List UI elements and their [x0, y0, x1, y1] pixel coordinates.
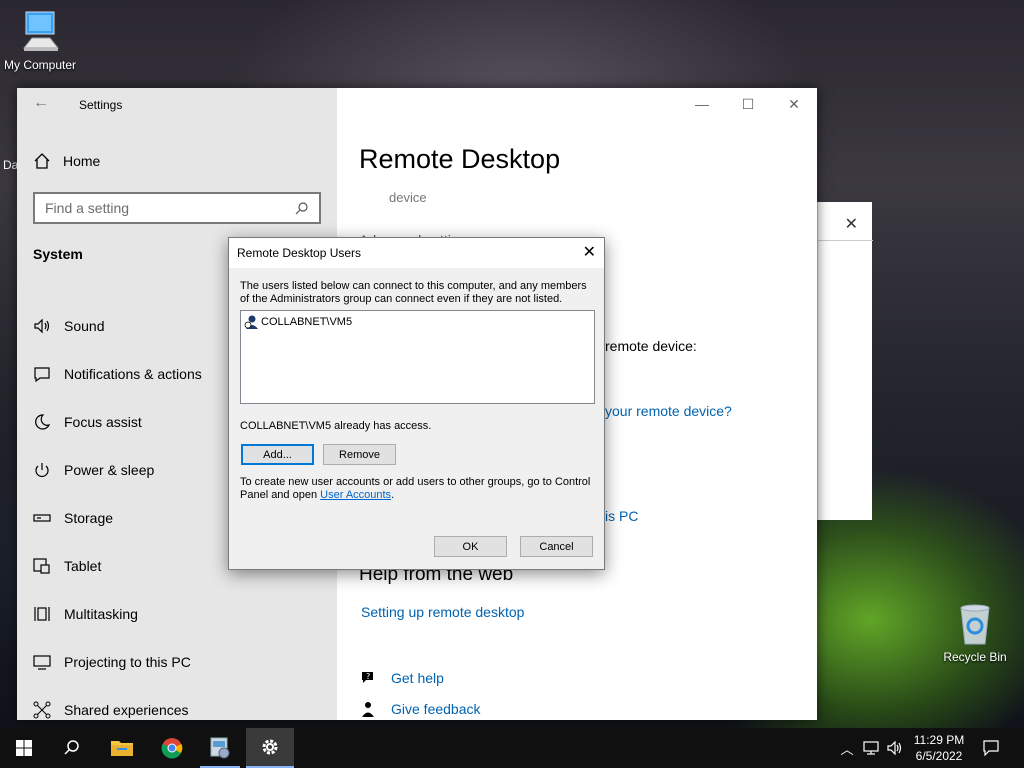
search-button[interactable] [48, 728, 96, 768]
notification-icon [34, 367, 50, 383]
desktop: My Computer Da Recycle Bin ✕ ← Settings … [0, 0, 1024, 728]
background-dialog: ✕ [817, 202, 873, 520]
search-input[interactable]: Find a setting [33, 192, 321, 224]
nav-label-storage: Storage [64, 510, 114, 526]
projecting-icon [33, 655, 51, 670]
nav-item-projecting[interactable]: Projecting to this PC [33, 638, 333, 686]
volume-button[interactable] [884, 728, 906, 768]
taskbar-clock[interactable]: 11:29 PM 6/5/2022 [906, 732, 972, 764]
user-name: COLLABNET\VM5 [261, 316, 353, 328]
computer-management-button[interactable] [196, 728, 244, 768]
give-feedback-label: Give feedback [391, 701, 481, 717]
action-center-button[interactable] [980, 728, 1002, 768]
remove-button[interactable]: Remove [323, 444, 396, 465]
window-controls: — ☐ ✕ [679, 88, 817, 120]
info-text-suffix: . [391, 489, 395, 501]
page-title: Remote Desktop [359, 144, 561, 174]
chrome-icon [161, 738, 183, 759]
window-title: Settings [79, 98, 123, 112]
close-icon[interactable]: ✕ [771, 88, 817, 120]
clock-date: 6/5/2022 [915, 749, 963, 763]
search-placeholder: Find a setting [45, 200, 130, 216]
taskbar: ︿ 11:29 PM 6/5/2022 [0, 728, 1024, 768]
nav-label-power-sleep: Power & sleep [64, 462, 155, 478]
action-center-icon [983, 740, 999, 756]
network-icon [863, 741, 879, 755]
shared-icon [33, 701, 51, 719]
users-listbox[interactable]: COLLABNET\VM5 [240, 310, 595, 404]
taskbar-search-icon [64, 740, 79, 755]
computer-icon [22, 11, 60, 51]
management-icon [210, 737, 230, 759]
get-help-link[interactable]: ? Get help [359, 669, 444, 687]
volume-icon [887, 741, 902, 755]
dialog-titlebar: Remote Desktop Users ✕ [229, 238, 604, 268]
nav-label-focus-assist: Focus assist [64, 414, 142, 430]
tablet-icon [33, 558, 50, 574]
nav-item-shared-experiences[interactable]: Shared experiences [33, 686, 333, 728]
my-computer-shortcut[interactable]: My Computer [0, 10, 80, 72]
ok-button[interactable]: OK [434, 536, 507, 557]
recycle-bin-shortcut[interactable]: Recycle Bin [935, 602, 1015, 664]
windows-icon [16, 740, 32, 756]
section-title: System [33, 246, 83, 262]
folder-icon [111, 741, 133, 756]
minimize-icon[interactable]: — [679, 88, 725, 120]
feedback-icon [362, 702, 374, 717]
moon-icon [35, 414, 51, 430]
get-help-label: Get help [391, 670, 444, 686]
nav-label-tablet: Tablet [64, 558, 102, 574]
get-help-icon: ? [362, 672, 373, 683]
add-button[interactable]: Add... [241, 444, 314, 465]
svg-text:?: ? [366, 672, 370, 681]
remote-device-link[interactable]: your remote device? [605, 403, 732, 419]
info-text: To create new user accounts or add users… [240, 476, 595, 502]
speaker-icon [34, 318, 50, 334]
file-explorer-button[interactable] [98, 728, 146, 768]
back-arrow-icon[interactable]: ← [33, 94, 49, 112]
background-dialog-divider [818, 240, 873, 241]
settings-button[interactable] [246, 728, 294, 768]
background-dialog-close-icon[interactable]: ✕ [845, 214, 858, 234]
nav-label-multitasking: Multitasking [64, 606, 138, 622]
storage-icon [33, 514, 51, 522]
list-item[interactable]: COLLABNET\VM5 [243, 314, 592, 330]
multitasking-icon [34, 607, 50, 621]
power-icon [35, 463, 49, 477]
nav-label-shared-experiences: Shared experiences [64, 702, 189, 718]
device-text: device [389, 190, 427, 205]
give-feedback-link[interactable]: Give feedback [359, 700, 481, 718]
dialog-close-icon[interactable]: ✕ [583, 242, 596, 262]
nav-home[interactable]: Home [33, 150, 100, 172]
user-icon [244, 315, 258, 329]
nav-label-projecting: Projecting to this PC [64, 654, 191, 670]
info-text-prefix: To create new user accounts or add users… [240, 476, 591, 501]
remote-desktop-users-dialog: Remote Desktop Users ✕ The users listed … [228, 237, 605, 570]
nav-label-sound: Sound [64, 318, 105, 334]
home-icon [34, 153, 50, 169]
network-button[interactable] [860, 728, 882, 768]
recycle-bin-label: Recycle Bin [943, 650, 1007, 664]
dialog-description: The users listed below can connect to th… [240, 280, 587, 305]
nav-home-label: Home [63, 153, 101, 169]
nav-label-notifications: Notifications & actions [64, 366, 202, 382]
this-pc-link[interactable]: is PC [605, 508, 638, 524]
clock-time: 11:29 PM [913, 733, 965, 747]
chrome-button[interactable] [148, 728, 196, 768]
show-hidden-icons-button[interactable]: ︿ [838, 728, 856, 768]
cancel-button[interactable]: Cancel [520, 536, 593, 557]
nav-item-multitasking[interactable]: Multitasking [33, 590, 333, 638]
remote-device-text: remote device: [605, 338, 697, 354]
setting-up-remote-desktop-link[interactable]: Setting up remote desktop [361, 604, 524, 620]
start-button[interactable] [0, 728, 48, 768]
user-accounts-link[interactable]: User Accounts [320, 489, 391, 501]
access-status-text: COLLABNET\VM5 already has access. [240, 420, 432, 432]
maximize-icon[interactable]: ☐ [725, 88, 771, 120]
chevron-up-icon: ︿ [840, 741, 854, 757]
search-icon [295, 202, 308, 215]
gear-icon [262, 739, 278, 755]
dialog-title: Remote Desktop Users [237, 246, 362, 260]
my-computer-label: My Computer [3, 58, 77, 72]
recycle-bin-icon [960, 604, 990, 645]
